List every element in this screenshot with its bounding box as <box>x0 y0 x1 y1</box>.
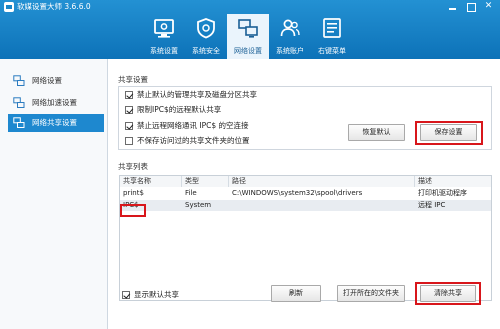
app-logo-icon <box>4 2 14 12</box>
cell-desc: 打印机驱动程序 <box>418 189 467 197</box>
tab-label: 网络设置 <box>234 47 262 55</box>
share-table: 共享名称 类型 路径 描述 print$ File C:\WINDOWS\sys… <box>119 175 492 301</box>
checkbox[interactable] <box>125 122 133 130</box>
sidebar-item-network-acceleration[interactable]: 网络加速设置 <box>8 94 104 112</box>
tab-label: 系统安全 <box>192 47 220 55</box>
sidebar-item-label: 网络设置 <box>32 76 62 85</box>
context-menu-icon <box>323 18 341 38</box>
tab-label: 系统账户 <box>276 47 304 55</box>
share-settings-title: 共享设置 <box>118 75 148 84</box>
option-label: 禁止默认的管理共享及磁盘分区共享 <box>137 90 257 99</box>
checkbox[interactable] <box>122 291 130 299</box>
cell-desc: 远程 IPC <box>418 201 446 209</box>
column-header-type[interactable]: 类型 <box>182 176 229 187</box>
app-window: 软媒设置大师 3.6.6.0 ✕ 系统设置 系统安全 网络设置 系统账户 右键菜… <box>0 0 500 329</box>
shield-icon <box>197 18 215 39</box>
cell-name: IPC$ <box>123 201 139 209</box>
column-header-name[interactable]: 共享名称 <box>120 176 182 187</box>
cell-name: print$ <box>123 189 144 197</box>
window-title: 软媒设置大师 3.6.6.0 <box>17 2 91 11</box>
sidebar-item-network-settings[interactable]: 网络设置 <box>8 72 104 90</box>
network-icon <box>13 117 25 128</box>
table-row[interactable]: print$ File C:\WINDOWS\system32\spool\dr… <box>120 188 491 199</box>
monitor-settings-icon <box>154 19 174 38</box>
maximize-icon[interactable] <box>465 1 476 12</box>
header-bar: 软媒设置大师 3.6.6.0 ✕ 系统设置 系统安全 网络设置 系统账户 右键菜… <box>0 0 500 59</box>
checkbox[interactable] <box>125 91 133 99</box>
network-icon <box>13 97 25 108</box>
option-label: 禁止远程网络通讯 IPC$ 的空连接 <box>137 121 249 130</box>
open-folder-button[interactable]: 打开所在的文件夹 <box>337 285 405 302</box>
sidebar-item-network-sharing[interactable]: 网络共享设置 <box>8 114 104 132</box>
checkbox[interactable] <box>125 106 133 114</box>
network-computers-icon <box>238 19 258 38</box>
tab-system-security[interactable]: 系统安全 <box>185 14 227 59</box>
close-icon[interactable]: ✕ <box>483 1 494 12</box>
cell-path <box>229 200 415 211</box>
share-list-title: 共享列表 <box>118 162 148 171</box>
cell-type: System <box>185 201 212 209</box>
column-header-path[interactable]: 路径 <box>229 176 415 187</box>
sidebar: 网络设置 网络加速设置 网络共享设置 <box>0 59 108 329</box>
table-row[interactable]: IPC$ System 远程 IPC <box>120 200 491 211</box>
option-label: 不保存访问过的共享文件夹的位置 <box>137 136 250 145</box>
tab-context-menu[interactable]: 右键菜单 <box>311 14 353 59</box>
sidebar-item-label: 网络加速设置 <box>32 98 77 107</box>
option-label: 显示默认共享 <box>134 290 179 299</box>
users-icon <box>280 19 300 37</box>
refresh-button[interactable]: 刷新 <box>271 285 321 302</box>
option-label: 限制IPC$的远程默认共享 <box>137 105 222 114</box>
tab-label: 系统设置 <box>150 47 178 55</box>
restore-default-button[interactable]: 恢复默认 <box>348 124 405 141</box>
cell-path: C:\WINDOWS\system32\spool\drivers <box>232 189 363 197</box>
cell-type: File <box>185 189 197 197</box>
network-icon <box>13 75 25 86</box>
tab-system-account[interactable]: 系统账户 <box>269 14 311 59</box>
title-bar: 软媒设置大师 3.6.6.0 ✕ <box>0 0 500 14</box>
clear-share-button[interactable]: 清除共享 <box>420 285 476 302</box>
tab-network-settings[interactable]: 网络设置 <box>227 14 269 59</box>
table-header: 共享名称 类型 路径 描述 <box>120 176 491 187</box>
save-settings-button[interactable]: 保存设置 <box>420 124 477 141</box>
minimize-icon[interactable] <box>447 1 458 12</box>
sidebar-item-label: 网络共享设置 <box>32 118 77 127</box>
main-panel: 共享设置 禁止默认的管理共享及磁盘分区共享 限制IPC$的远程默认共享 禁止远程… <box>108 59 500 329</box>
checkbox[interactable] <box>125 137 133 145</box>
column-header-desc[interactable]: 描述 <box>415 176 491 187</box>
tab-system-settings[interactable]: 系统设置 <box>143 14 185 59</box>
tab-label: 右键菜单 <box>318 47 346 55</box>
